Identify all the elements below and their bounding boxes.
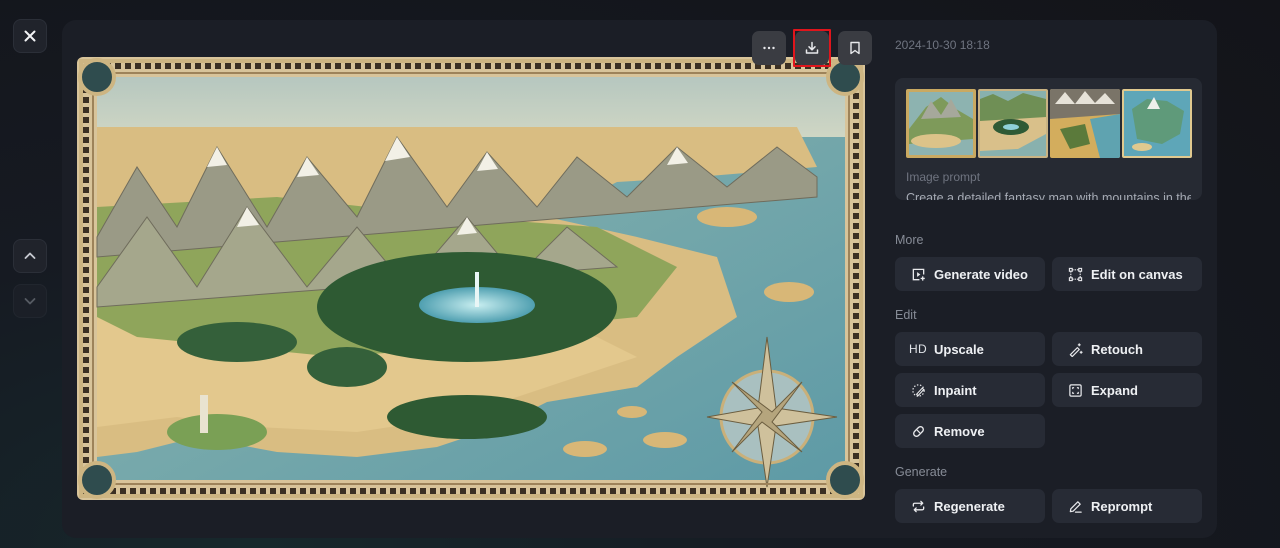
canvas-nodes-icon: [1068, 267, 1082, 281]
thumbnail-variant-3[interactable]: [1050, 89, 1120, 158]
variant-thumbnails: [906, 89, 1192, 158]
retouch-button[interactable]: Retouch: [1052, 332, 1202, 366]
bookmark-icon: [850, 41, 860, 55]
hd-icon: HD: [909, 342, 927, 356]
magic-wand-icon: [1069, 342, 1083, 357]
generate-video-label: Generate video: [934, 266, 1028, 282]
close-button[interactable]: [13, 19, 47, 53]
edit-on-canvas-button[interactable]: Edit on canvas: [1052, 257, 1202, 291]
reprompt-button[interactable]: Reprompt: [1052, 489, 1202, 523]
prompt-text[interactable]: Create a detailed fantasy map with mount…: [906, 191, 1191, 200]
chevron-down-icon: [24, 298, 36, 305]
timestamp: 2024-10-30 18:18: [895, 38, 990, 52]
expand-frame-icon: [1068, 383, 1082, 397]
brush-circle-icon: [911, 383, 925, 397]
download-button[interactable]: [793, 29, 831, 67]
edit-on-canvas-label: Edit on canvas: [1091, 266, 1183, 282]
inpaint-label: Inpaint: [934, 382, 977, 398]
regenerate-label: Regenerate: [934, 498, 1005, 514]
generated-image[interactable]: [77, 57, 865, 500]
expand-label: Expand: [1091, 382, 1138, 398]
image-toolbar: [752, 29, 872, 67]
thumbnail-variant-4[interactable]: [1122, 89, 1192, 158]
next-image-button[interactable]: [13, 284, 47, 318]
inpaint-button[interactable]: Inpaint: [895, 373, 1045, 407]
retouch-label: Retouch: [1091, 341, 1143, 357]
more-horizontal-icon: [763, 46, 775, 50]
eraser-icon: [912, 425, 924, 437]
generate-video-button[interactable]: Generate video: [895, 257, 1045, 291]
image-detail-panel: 2024-10-30 18:18 Image prompt Create a d…: [62, 20, 1217, 538]
previous-image-button[interactable]: [13, 239, 47, 273]
remove-label: Remove: [934, 423, 985, 439]
regenerate-button[interactable]: Regenerate: [895, 489, 1045, 523]
section-label-generate: Generate: [895, 465, 948, 479]
close-icon: [24, 30, 36, 42]
remove-button[interactable]: Remove: [895, 414, 1045, 448]
more-options-button[interactable]: [752, 31, 786, 65]
pencil-icon: [1069, 500, 1082, 513]
thumbnail-variant-1[interactable]: [906, 89, 976, 158]
details-sidebar: 2024-10-30 18:18 Image prompt Create a d…: [895, 20, 1202, 538]
reprompt-label: Reprompt: [1091, 498, 1153, 514]
prompt-card: Image prompt Create a detailed fantasy m…: [895, 78, 1202, 200]
section-label-more: More: [895, 233, 924, 247]
upscale-button[interactable]: HD Upscale: [895, 332, 1045, 366]
repeat-icon: [912, 500, 924, 512]
video-plus-icon: [912, 268, 925, 281]
expand-button[interactable]: Expand: [1052, 373, 1202, 407]
bookmark-button[interactable]: [838, 31, 872, 65]
fantasy-map-image: [77, 57, 865, 500]
prompt-label: Image prompt: [906, 170, 981, 184]
section-label-edit: Edit: [895, 308, 917, 322]
download-icon: [805, 41, 819, 54]
thumbnail-variant-2[interactable]: [978, 89, 1048, 158]
upscale-label: Upscale: [934, 341, 984, 357]
chevron-up-icon: [24, 252, 36, 259]
